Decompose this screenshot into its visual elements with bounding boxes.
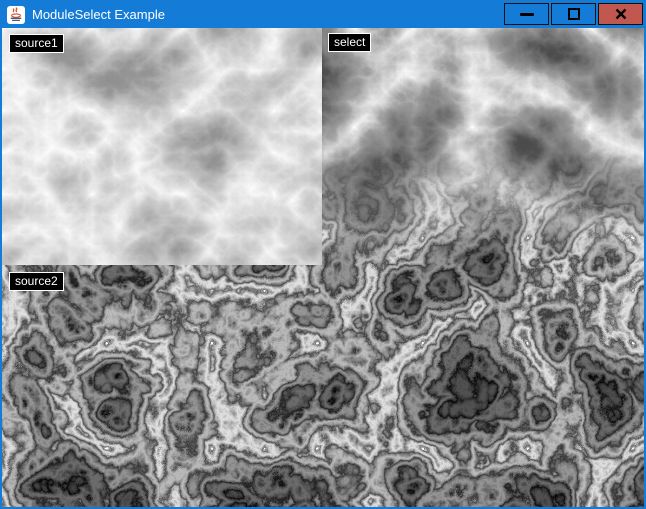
app-window: ModuleSelect Example bbox=[0, 0, 646, 509]
java-coffee-cup-icon[interactable] bbox=[7, 6, 25, 24]
noise-render-viewport: source1 select source2 bbox=[2, 28, 644, 507]
window-title: ModuleSelect Example bbox=[32, 2, 165, 28]
close-icon bbox=[612, 5, 630, 23]
panel-label-source2: source2 bbox=[9, 272, 64, 291]
minimize-button[interactable] bbox=[504, 3, 549, 25]
maximize-button[interactable] bbox=[551, 3, 596, 25]
panel-label-source1: source1 bbox=[9, 34, 64, 53]
source1-noise-layer bbox=[2, 28, 322, 265]
titlebar[interactable]: ModuleSelect Example bbox=[2, 2, 644, 28]
window-controls bbox=[504, 3, 643, 25]
minimize-icon bbox=[518, 5, 536, 23]
close-button[interactable] bbox=[598, 3, 643, 25]
noise-canvas bbox=[2, 28, 644, 507]
maximize-icon bbox=[565, 5, 583, 23]
panel-label-select: select bbox=[328, 33, 371, 52]
